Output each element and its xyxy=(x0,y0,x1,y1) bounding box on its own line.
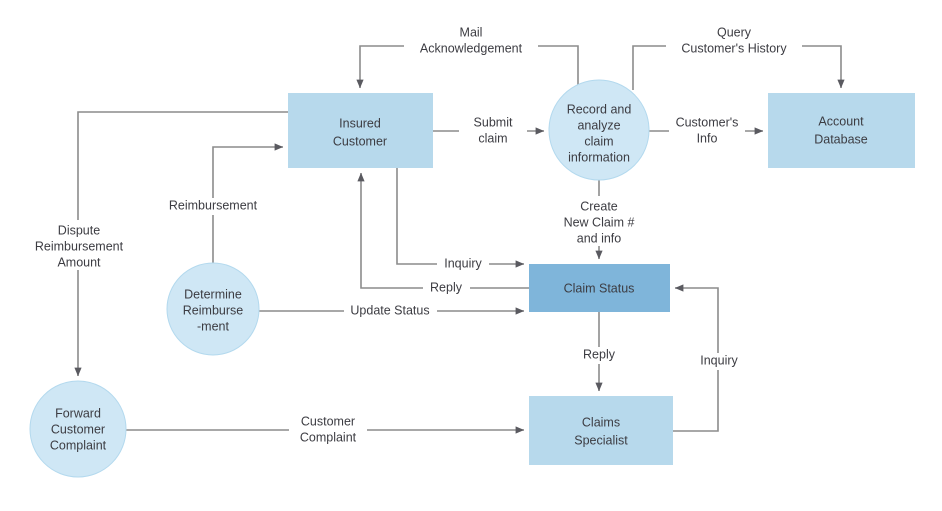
flow-label-mail-acknowledgement: Mail Acknowledgement xyxy=(404,24,538,58)
diagram-canvas: Insured Customer Record and analyze clai… xyxy=(0,0,942,511)
node-forward-customer-complaint[interactable]: Forward Customer Complaint xyxy=(29,380,127,478)
flow-label-inquiry-specialist: Inquiry xyxy=(693,353,745,370)
node-determine-reimbursement[interactable]: Determine Reimburse -ment xyxy=(166,262,260,356)
node-record-analyze[interactable]: Record and analyze claim information xyxy=(548,79,650,181)
flow-label-customers-info: Customer's Info xyxy=(669,114,745,148)
flow-label-dispute-reimbursement-amount-line1: Dispute xyxy=(58,223,100,237)
flow-label-customer-complaint: Customer Complaint xyxy=(289,413,367,447)
flow-label-update-status-text: Update Status xyxy=(350,303,429,317)
flow-label-customer-complaint-line2: Complaint xyxy=(300,430,357,444)
node-label-record-analyze-line3: claim xyxy=(584,134,613,148)
node-label-determine-reimbursement-line1: Determine xyxy=(184,287,242,301)
node-label-claim-status: Claim Status xyxy=(564,281,635,295)
flow-lines-group xyxy=(74,45,845,434)
flow-label-reimbursement-text: Reimbursement xyxy=(169,198,258,212)
node-claims-specialist[interactable]: Claims Specialist xyxy=(529,396,673,465)
flow-label-dispute-reimbursement-amount: Dispute Reimbursement Amount xyxy=(23,220,135,270)
flow-label-reply-specialist: Reply xyxy=(576,347,623,364)
node-label-forward-customer-complaint-line1: Forward xyxy=(55,406,101,420)
node-label-claims-specialist-line1: Claims xyxy=(582,415,620,429)
flow-label-query-customers-history-line1: Query xyxy=(717,25,752,39)
flow-label-customers-info-line1: Customer's xyxy=(676,115,739,129)
flow-label-create-new-claim: Create New Claim # and info xyxy=(555,196,644,246)
flow-line-inquiry-customer xyxy=(396,168,525,268)
flow-label-create-new-claim-line3: and info xyxy=(577,231,622,245)
flow-label-dispute-reimbursement-amount-line3: Amount xyxy=(57,255,101,269)
flow-label-query-customers-history: Query Customer's History xyxy=(666,24,802,58)
flow-label-customers-info-line2: Info xyxy=(697,131,718,145)
node-label-record-analyze-line2: analyze xyxy=(577,118,620,132)
data-flow-diagram: Insured Customer Record and analyze clai… xyxy=(23,24,915,478)
flow-label-mail-acknowledgement-line1: Mail xyxy=(460,25,483,39)
flow-label-reply-customer-text: Reply xyxy=(430,280,463,294)
flow-label-inquiry-customer-text: Inquiry xyxy=(444,256,482,270)
flow-label-inquiry-customer: Inquiry xyxy=(437,256,489,273)
flow-label-customer-complaint-line1: Customer xyxy=(301,414,355,428)
flow-label-reimbursement: Reimbursement xyxy=(158,198,269,215)
flow-label-create-new-claim-line1: Create xyxy=(580,199,618,213)
node-label-determine-reimbursement-line2: Reimburse xyxy=(183,303,243,317)
node-claim-status[interactable]: Claim Status xyxy=(529,264,670,312)
node-label-account-database-line1: Account xyxy=(818,114,864,128)
flow-label-dispute-reimbursement-amount-line2: Reimbursement xyxy=(35,239,124,253)
flow-label-submit-claim-line1: Submit xyxy=(474,115,513,129)
node-label-forward-customer-complaint-line2: Customer xyxy=(51,422,105,436)
node-label-record-analyze-line1: Record and xyxy=(567,102,632,116)
node-label-claims-specialist-line2: Specialist xyxy=(574,433,628,447)
flow-label-query-customers-history-line2: Customer's History xyxy=(681,41,787,55)
node-label-account-database-line2: Database xyxy=(814,132,868,146)
node-account-database[interactable]: Account Database xyxy=(768,93,915,168)
flow-label-mail-acknowledgement-line2: Acknowledgement xyxy=(420,41,523,55)
node-label-record-analyze-line4: information xyxy=(568,150,630,164)
flow-label-inquiry-specialist-text: Inquiry xyxy=(700,353,738,367)
flow-label-reply-specialist-text: Reply xyxy=(583,347,616,361)
flow-label-reply-customer: Reply xyxy=(423,280,470,297)
node-insured-customer[interactable]: Insured Customer xyxy=(288,93,433,168)
node-label-determine-reimbursement-line3: -ment xyxy=(197,319,229,333)
node-label-forward-customer-complaint-line3: Complaint xyxy=(50,438,107,452)
node-label-insured-customer-line2: Customer xyxy=(333,134,387,148)
flow-label-update-status: Update Status xyxy=(344,303,437,320)
flow-label-submit-claim: Submit claim xyxy=(459,114,527,148)
node-label-insured-customer-line1: Insured xyxy=(339,116,381,130)
flow-label-submit-claim-line2: claim xyxy=(478,131,507,145)
flow-labels-group: Mail Acknowledgement Query Customer's Hi… xyxy=(23,24,802,447)
flow-label-create-new-claim-line2: New Claim # xyxy=(564,215,635,229)
